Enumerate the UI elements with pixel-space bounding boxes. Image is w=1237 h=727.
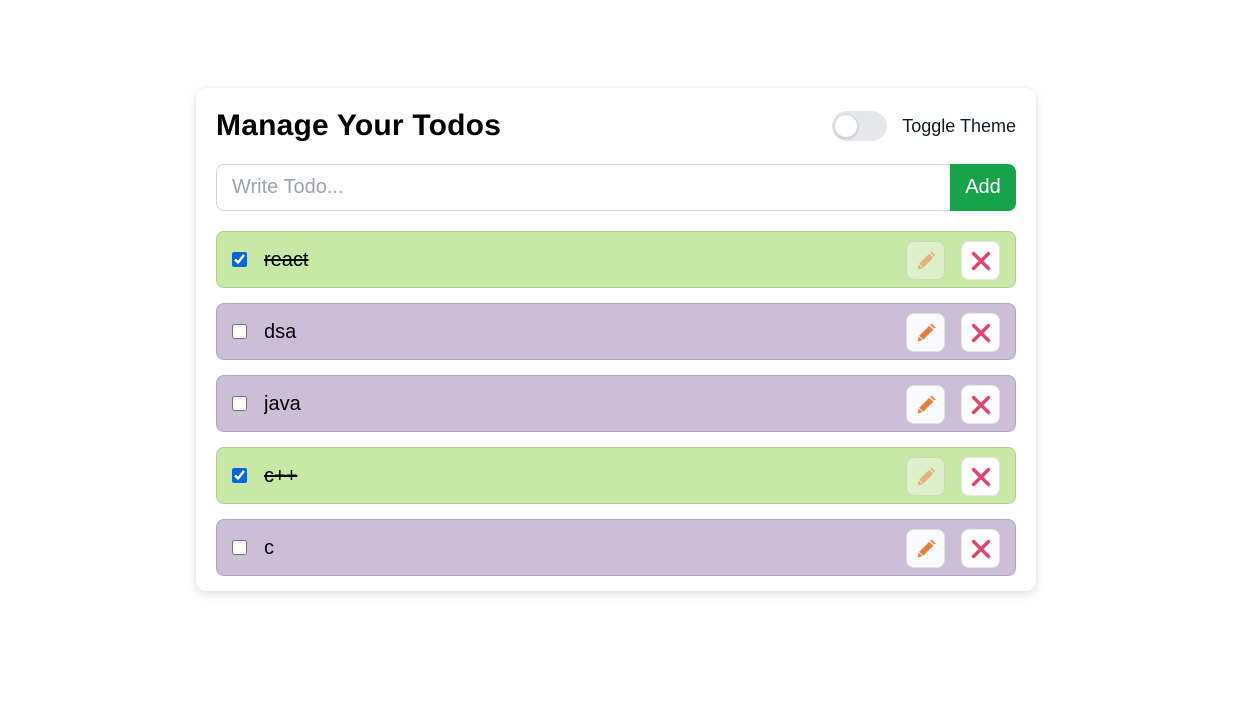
close-icon — [971, 323, 991, 343]
theme-toggle[interactable]: Toggle Theme — [832, 111, 1016, 141]
delete-button[interactable] — [961, 529, 1000, 568]
todo-item — [216, 375, 1016, 432]
todo-text[interactable] — [264, 319, 884, 345]
todo-checkbox[interactable] — [232, 468, 247, 483]
pencil-icon — [916, 250, 936, 271]
pencil-icon — [916, 322, 936, 343]
edit-button[interactable] — [906, 457, 945, 496]
header: Manage Your Todos Toggle Theme — [216, 106, 1016, 146]
todo-item — [216, 519, 1016, 576]
edit-button[interactable] — [906, 313, 945, 352]
close-icon — [971, 539, 991, 559]
delete-button[interactable] — [961, 241, 1000, 280]
todo-text[interactable] — [264, 391, 884, 417]
todo-text[interactable] — [264, 463, 884, 489]
close-icon — [971, 467, 991, 487]
delete-button[interactable] — [961, 457, 1000, 496]
edit-button[interactable] — [906, 529, 945, 568]
todo-checkbox[interactable] — [232, 324, 247, 339]
todo-list — [216, 231, 1016, 591]
add-todo-form: Add — [216, 164, 1016, 211]
todo-item — [216, 447, 1016, 504]
delete-button[interactable] — [961, 385, 1000, 424]
pencil-icon — [916, 394, 936, 415]
pencil-icon — [916, 538, 936, 559]
todo-checkbox[interactable] — [232, 540, 247, 555]
close-icon — [971, 251, 991, 271]
todo-text[interactable] — [264, 535, 884, 561]
edit-button[interactable] — [906, 385, 945, 424]
todo-checkbox[interactable] — [232, 252, 247, 267]
todo-card: Manage Your Todos Toggle Theme Add — [196, 88, 1036, 591]
page-title: Manage Your Todos — [216, 109, 502, 142]
delete-button[interactable] — [961, 313, 1000, 352]
add-button[interactable]: Add — [950, 164, 1016, 211]
theme-switch[interactable] — [832, 111, 888, 141]
close-icon — [971, 395, 991, 415]
theme-toggle-label: Toggle Theme — [902, 115, 1016, 136]
edit-button[interactable] — [906, 241, 945, 280]
todo-checkbox[interactable] — [232, 396, 247, 411]
todo-input[interactable] — [216, 164, 950, 211]
todo-text[interactable] — [264, 247, 884, 273]
todo-item — [216, 231, 1016, 288]
switch-knob — [834, 114, 859, 138]
todo-item — [216, 303, 1016, 360]
pencil-icon — [916, 466, 936, 487]
